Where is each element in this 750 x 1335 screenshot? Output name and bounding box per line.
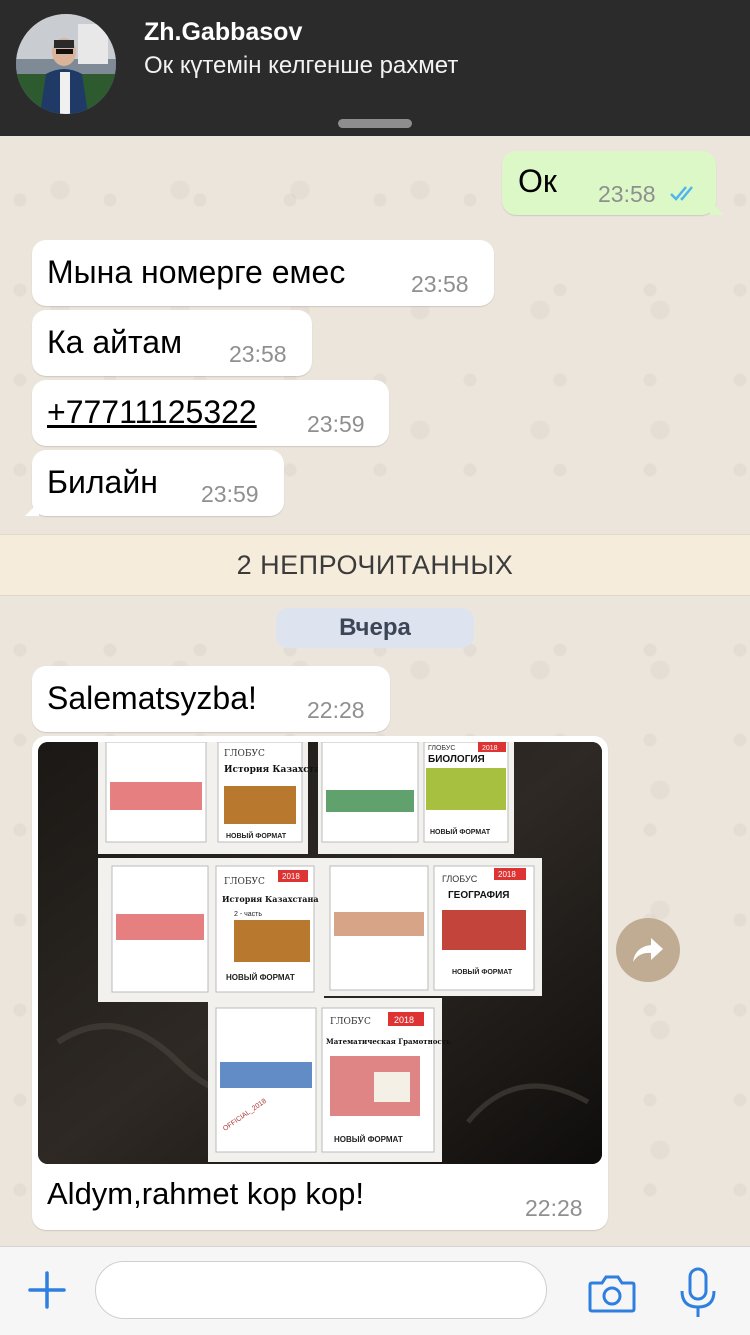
book-brand: ГЛОБУС	[330, 1017, 371, 1027]
message-time: 22:28	[525, 1195, 583, 1221]
message-text: Salematsyzba!	[47, 680, 257, 716]
microphone-icon[interactable]	[678, 1267, 718, 1319]
book-year: 2018	[498, 870, 516, 879]
book-history-part2: ГЛОБУС 2018 История Казахстана 2 - часть…	[98, 858, 324, 1002]
notification-message-preview: Ок күтемін келгенше рахмет	[144, 52, 459, 79]
message-text: Билайн	[47, 464, 158, 500]
publisher-label: НОВЫЙ ФОРМАТ	[430, 827, 491, 836]
book-part: 2 - часть	[234, 911, 262, 918]
book-title: Математическая Грамотность	[326, 1037, 451, 1046]
message-time: 23:58	[411, 271, 469, 297]
book-year: 2018	[282, 872, 300, 881]
phone-number-link[interactable]: +77711125322	[47, 394, 257, 431]
publisher-label: НОВЫЙ ФОРМАТ	[452, 967, 513, 976]
date-separator: Вчера	[276, 608, 474, 648]
incoming-message-bubble[interactable]: Salematsyzba! 22:28	[32, 666, 390, 732]
publisher-label: НОВЫЙ ФОРМАТ	[226, 973, 295, 982]
message-text: Мына номерге емес	[47, 254, 346, 290]
book-brand: ГЛОБУС	[224, 877, 265, 887]
banner-drag-handle[interactable]	[338, 119, 412, 128]
message-input-bar	[0, 1246, 750, 1335]
double-check-icon	[670, 186, 693, 201]
book-title: История Казахстана	[222, 894, 319, 904]
message-time: 23:58	[229, 341, 287, 367]
message-time: 23:59	[201, 481, 259, 507]
message-time: 23:59	[307, 411, 365, 437]
sender-avatar	[16, 14, 116, 114]
image-caption: Aldym,rahmet kop kop!	[47, 1176, 365, 1211]
attached-photo[interactable]: ГЛОБУС История Казахстана НОВЫЙ ФОРМАТ Г…	[38, 742, 602, 1164]
notification-sender-name: Zh.Gabbasov	[144, 18, 303, 46]
message-text: Ок	[518, 163, 557, 199]
book-brand: ГЛОБУС	[224, 749, 265, 759]
message-time: 23:58	[598, 181, 656, 207]
book-title: История Казахстана	[224, 765, 333, 775]
publisher-label: НОВЫЙ ФОРМАТ	[226, 831, 287, 840]
camera-icon[interactable]	[588, 1273, 636, 1313]
incoming-message-bubble[interactable]: +77711125322 23:59	[32, 380, 389, 446]
message-notification-banner[interactable]: Zh.Gabbasov Ок күтемін келгенше рахмет	[0, 0, 750, 136]
forward-icon	[633, 938, 663, 962]
message-text: Ка айтам	[47, 324, 183, 360]
forward-button[interactable]	[616, 918, 680, 982]
book-title: ГЕОГРАФИЯ	[448, 890, 509, 901]
publisher-label: НОВЫЙ ФОРМАТ	[334, 1135, 403, 1144]
plus-icon[interactable]	[28, 1271, 66, 1309]
message-time: 22:28	[307, 697, 365, 723]
book-history-part1: ГЛОБУС История Казахстана НОВЫЙ ФОРМАТ	[98, 742, 333, 854]
incoming-message-bubble[interactable]: Билайн 23:59	[25, 450, 284, 516]
book-brand: ГЛОБУС	[428, 745, 455, 752]
book-biology: ГЛОБУС 2018 БИОЛОГИЯ НОВЫЙ ФОРМАТ	[318, 742, 514, 854]
book-year: 2018	[482, 745, 498, 752]
incoming-message-bubble[interactable]: Мына номерге емес 23:58	[32, 240, 494, 306]
book-year: 2018	[394, 1015, 414, 1025]
unread-messages-banner: 2 НЕПРОЧИТАННЫХ	[0, 534, 750, 596]
outgoing-message-bubble[interactable]: Ок 23:58	[502, 151, 724, 215]
avatar-photo	[16, 14, 116, 114]
book-geography: ГЛОБУС 2018 ГЕОГРАФИЯ НОВЫЙ ФОРМАТ	[320, 858, 542, 996]
message-input[interactable]	[95, 1261, 547, 1319]
book-math-literacy: OFFICIAL_2018 ГЛОБУС 2018 Математическая…	[208, 998, 451, 1162]
incoming-message-bubble[interactable]: Ка айтам 23:58	[32, 310, 312, 376]
book-title: БИОЛОГИЯ	[428, 754, 485, 765]
incoming-image-message-bubble[interactable]: ГЛОБУС История Казахстана НОВЫЙ ФОРМАТ Г…	[32, 736, 608, 1230]
book-brand: ГЛОБУС	[442, 874, 478, 884]
